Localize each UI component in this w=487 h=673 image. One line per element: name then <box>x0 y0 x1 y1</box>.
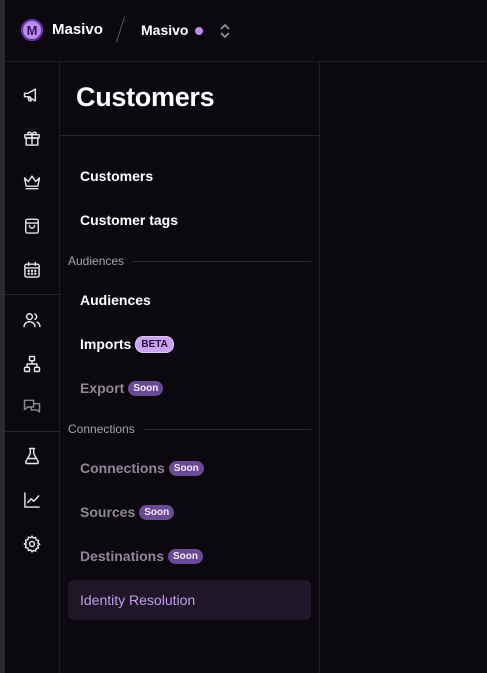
nav-item-label: Audiences <box>80 292 151 308</box>
shopping-bag-icon[interactable] <box>20 214 44 238</box>
nav-item-sources[interactable]: Sources Soon <box>68 492 311 532</box>
hierarchy-icon[interactable] <box>20 352 44 376</box>
nav-item-label: Sources <box>80 504 136 520</box>
section-divider <box>132 260 311 262</box>
nav-item-label: Customers <box>80 168 154 184</box>
org-logo[interactable]: M <box>21 19 43 41</box>
page-title: Customers <box>76 82 215 112</box>
workspace-name[interactable]: Masivo <box>141 22 188 38</box>
nav-item-label: Export <box>80 380 125 396</box>
gear-icon[interactable] <box>20 532 44 556</box>
rail-divider <box>5 431 60 432</box>
nav-item-label: Connections <box>80 460 165 476</box>
soon-badge: Soon <box>168 548 204 564</box>
top-bar: M Masivo Masivo <box>5 0 487 62</box>
gift-icon[interactable] <box>20 126 44 150</box>
flask-icon[interactable] <box>20 444 44 468</box>
section-label: Connections <box>68 422 135 436</box>
workspace-status-dot <box>195 27 203 35</box>
section-header-connections: Connections <box>68 421 311 437</box>
nav-item-label: Imports <box>80 336 132 352</box>
customers-panel: Customers Customers Customer tags Audien… <box>60 62 320 673</box>
line-chart-icon[interactable] <box>20 488 44 512</box>
icon-rail <box>5 62 60 673</box>
breadcrumb-divider <box>115 16 126 43</box>
chevron-up-down-icon[interactable] <box>218 21 232 41</box>
soon-badge: Soon <box>168 460 204 476</box>
section-divider <box>142 428 311 430</box>
nav-item-export[interactable]: Export Soon <box>68 368 311 408</box>
nav-item-label: Destinations <box>80 548 165 564</box>
crown-icon[interactable] <box>20 170 44 194</box>
nav-item-audiences[interactable]: Audiences <box>68 280 311 320</box>
soon-badge: Soon <box>128 380 164 396</box>
soon-badge: Soon <box>139 504 175 520</box>
main-content-area <box>320 62 487 673</box>
nav-item-customers[interactable]: Customers <box>68 156 311 196</box>
panel-header: Customers <box>60 62 319 136</box>
megaphone-icon[interactable] <box>20 83 44 107</box>
nav-item-identity-resolution[interactable]: Identity Resolution <box>68 580 311 620</box>
section-label: Audiences <box>68 254 125 268</box>
nav-item-customer-tags[interactable]: Customer tags <box>68 200 311 240</box>
calendar-icon[interactable] <box>20 258 44 282</box>
nav-item-label: Customer tags <box>80 212 179 228</box>
nav-item-imports[interactable]: Imports BETA <box>68 324 311 364</box>
nav-item-label: Identity Resolution <box>80 592 196 608</box>
chat-bubbles-icon[interactable] <box>20 395 44 419</box>
nav-item-connections[interactable]: Connections Soon <box>68 448 311 488</box>
users-icon[interactable] <box>20 308 44 332</box>
beta-badge: BETA <box>135 335 174 353</box>
nav-item-destinations[interactable]: Destinations Soon <box>68 536 311 576</box>
rail-divider <box>5 294 60 295</box>
org-name[interactable]: Masivo <box>52 21 103 38</box>
section-header-audiences: Audiences <box>68 253 311 269</box>
